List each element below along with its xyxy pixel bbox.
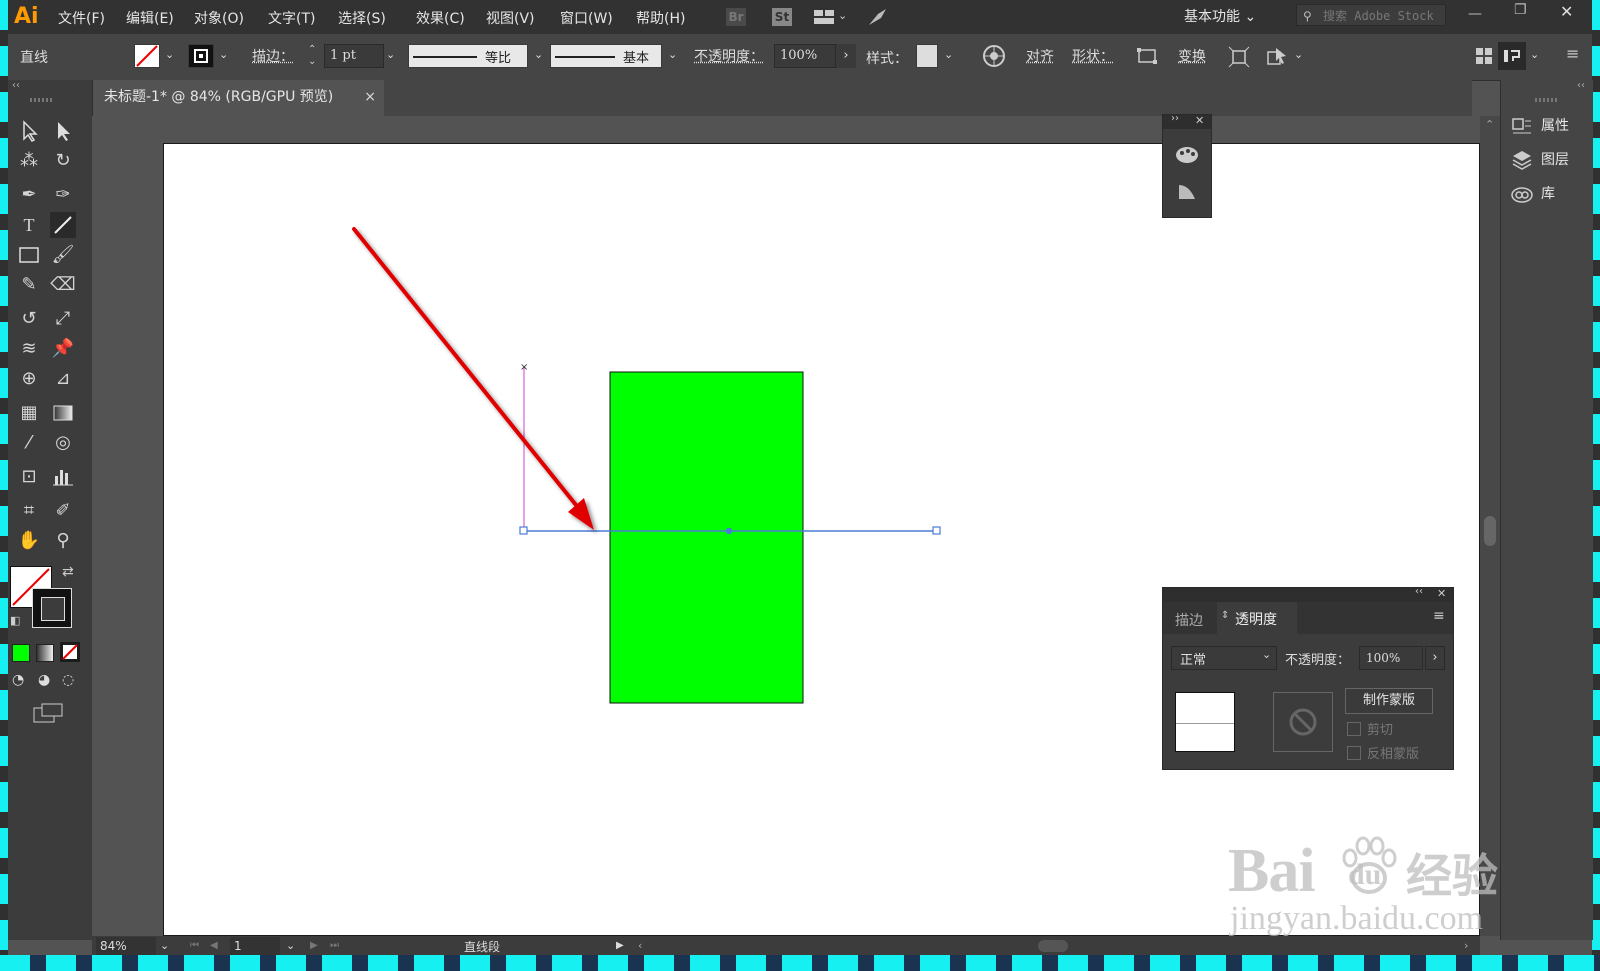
- layers-label: 图层: [1541, 152, 1569, 168]
- watermark-brand: Bai: [1228, 837, 1316, 905]
- transparency-panel-close-icon[interactable]: ✕: [1437, 587, 1446, 600]
- panel-tabs: 描边 ⇕ 透明度 ≡: [1163, 602, 1453, 634]
- annotation-arrow: [352, 227, 594, 530]
- clip-checkbox[interactable]: [1347, 722, 1361, 736]
- invert-mask-label: 反相蒙版: [1367, 747, 1420, 762]
- prev-artboard-icon[interactable]: ◀: [210, 936, 218, 956]
- first-artboard-icon[interactable]: ⏮: [190, 936, 199, 956]
- expand-panel-icon[interactable]: ››: [1171, 113, 1179, 124]
- libraries-panel-button[interactable]: 库: [1511, 180, 1591, 208]
- artboard-chevron-icon[interactable]: ⌄: [286, 936, 295, 956]
- mini-panel-header[interactable]: ›› ✕: [1163, 113, 1211, 129]
- horizontal-scroll-thumb[interactable]: [1038, 940, 1068, 952]
- panel-opacity-label: 不透明度：: [1285, 653, 1351, 668]
- collapsed-panel-dock: ›› ✕: [1162, 113, 1212, 218]
- watermark-du: du: [1348, 858, 1382, 891]
- layers-panel-button[interactable]: 图层: [1511, 146, 1591, 174]
- mini-panel-close-icon[interactable]: ✕: [1195, 114, 1204, 127]
- green-rectangle[interactable]: [609, 371, 804, 704]
- right-panel-dock: ‹‹ 属性 图层 库: [1500, 80, 1593, 940]
- properties-icon: [1511, 115, 1533, 137]
- artboard-number: 1: [234, 939, 242, 953]
- artwork-layer: ×: [352, 227, 941, 704]
- tab-options-icon: ⇕: [1221, 610, 1230, 621]
- layers-icon: [1511, 149, 1533, 171]
- transparency-panel: ‹‹ ✕ 描边 ⇕ 透明度 ≡ 正常 ⌄ 不透明度： 100% › 制作蒙版 剪…: [1162, 586, 1454, 770]
- tab-stroke[interactable]: 描边: [1175, 610, 1203, 630]
- zoom-field[interactable]: 84%: [96, 937, 156, 955]
- object-thumbnail[interactable]: [1175, 692, 1235, 752]
- artboard-number-field[interactable]: 1: [230, 937, 280, 955]
- color-guide-icon[interactable]: [1175, 143, 1199, 167]
- panel-opacity-arrow-icon[interactable]: ›: [1425, 646, 1445, 670]
- smart-guide-anchor: ×: [520, 362, 528, 373]
- line-center-point: [725, 527, 733, 535]
- status-text: 直线段: [464, 940, 501, 954]
- gradient-panel-icon[interactable]: [1175, 179, 1199, 203]
- last-artboard-icon[interactable]: ⏭: [330, 936, 339, 956]
- panel-options-menu-icon[interactable]: ≡: [1433, 608, 1445, 624]
- watermark-url: jingyan.baidu.com: [1230, 900, 1484, 937]
- scroll-left-icon[interactable]: ‹: [638, 936, 642, 956]
- collapse-panel-icon[interactable]: ‹‹: [1415, 586, 1423, 597]
- transparency-panel-header[interactable]: ‹‹ ✕: [1163, 586, 1453, 602]
- mask-thumbnail[interactable]: [1273, 692, 1333, 752]
- zoom-value: 84%: [100, 939, 127, 953]
- properties-label: 属性: [1541, 118, 1569, 134]
- zoom-chevron-icon[interactable]: ⌄: [160, 936, 169, 956]
- make-mask-button[interactable]: 制作蒙版: [1345, 688, 1433, 714]
- libraries-icon: [1511, 183, 1533, 205]
- collapse-dock-icon[interactable]: ‹‹: [1577, 80, 1585, 91]
- status-menu-icon[interactable]: ▶: [616, 936, 624, 956]
- status-bar: 84% ⌄ ⏮ ◀ 1 ⌄ ▶ ⏭ 直线段 ▶ ‹ ›: [92, 936, 1480, 956]
- vertical-scroll-thumb[interactable]: [1484, 516, 1496, 546]
- invert-mask-checkbox[interactable]: [1347, 746, 1361, 760]
- vertical-scrollbar[interactable]: ⌃: [1480, 116, 1500, 936]
- tab-transparency-label: 透明度: [1235, 612, 1277, 628]
- blend-mode-select[interactable]: 正常 ⌄: [1171, 646, 1277, 670]
- scroll-right-icon[interactable]: ›: [1464, 936, 1468, 956]
- libraries-label: 库: [1541, 186, 1555, 202]
- properties-panel-button[interactable]: 属性: [1511, 112, 1591, 140]
- scroll-up-icon[interactable]: ⌃: [1485, 118, 1494, 131]
- blend-mode-value: 正常: [1180, 653, 1207, 668]
- clip-label: 剪切: [1367, 723, 1394, 738]
- frame-bottom: [0, 955, 1600, 971]
- line-start-anchor[interactable]: [519, 526, 528, 535]
- next-artboard-icon[interactable]: ▶: [310, 936, 318, 956]
- line-end-anchor[interactable]: [932, 526, 941, 535]
- panel-opacity-field[interactable]: 100%: [1359, 646, 1423, 670]
- tab-transparency[interactable]: ⇕ 透明度: [1217, 602, 1297, 634]
- blend-mode-chevron-icon: ⌄: [1262, 648, 1272, 661]
- dock-grip[interactable]: [1535, 98, 1559, 102]
- watermark-cn: 经验: [1406, 851, 1498, 902]
